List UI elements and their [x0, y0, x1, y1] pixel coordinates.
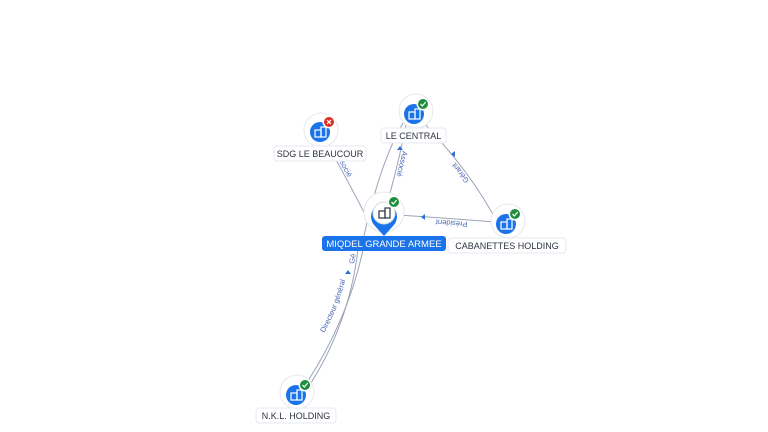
arrow-central-center: [397, 146, 403, 150]
edge-label-nkl-center-short: Gé: [347, 253, 358, 264]
status-active-badge: [510, 209, 520, 219]
arrow-nkl-center: [345, 270, 351, 274]
edge-label-nkl-center: Directeur général: [318, 278, 347, 334]
status-active-badge: [389, 197, 399, 207]
node-label: LE CENTRAL: [386, 131, 442, 141]
node-label: SDG LE BEAUCOUR: [277, 149, 364, 159]
status-active-badge: [418, 99, 428, 109]
arrow-cab-center: [421, 214, 425, 220]
node-label: CABANETTES HOLDING: [455, 241, 559, 251]
edge-label-cab-central: Gérant: [449, 160, 470, 184]
relationship-graph: Associé Associé Gérant Président Directe…: [255, 93, 567, 424]
node-label: N.K.L. HOLDING: [262, 411, 331, 421]
node-nkl-holding[interactable]: N.K.L. HOLDING: [255, 374, 337, 424]
node-miqdel-grande-armee[interactable]: MIQDEL GRANDE ARMEE: [322, 191, 446, 251]
node-label: MIQDEL GRANDE ARMEE: [326, 239, 441, 250]
status-active-badge: [300, 380, 310, 390]
edge-label-central-center: Associé: [395, 150, 410, 178]
node-sdg-le-beaucour[interactable]: SDG LE BEAUCOUR: [273, 112, 367, 162]
node-le-central[interactable]: LE CENTRAL: [380, 93, 447, 144]
